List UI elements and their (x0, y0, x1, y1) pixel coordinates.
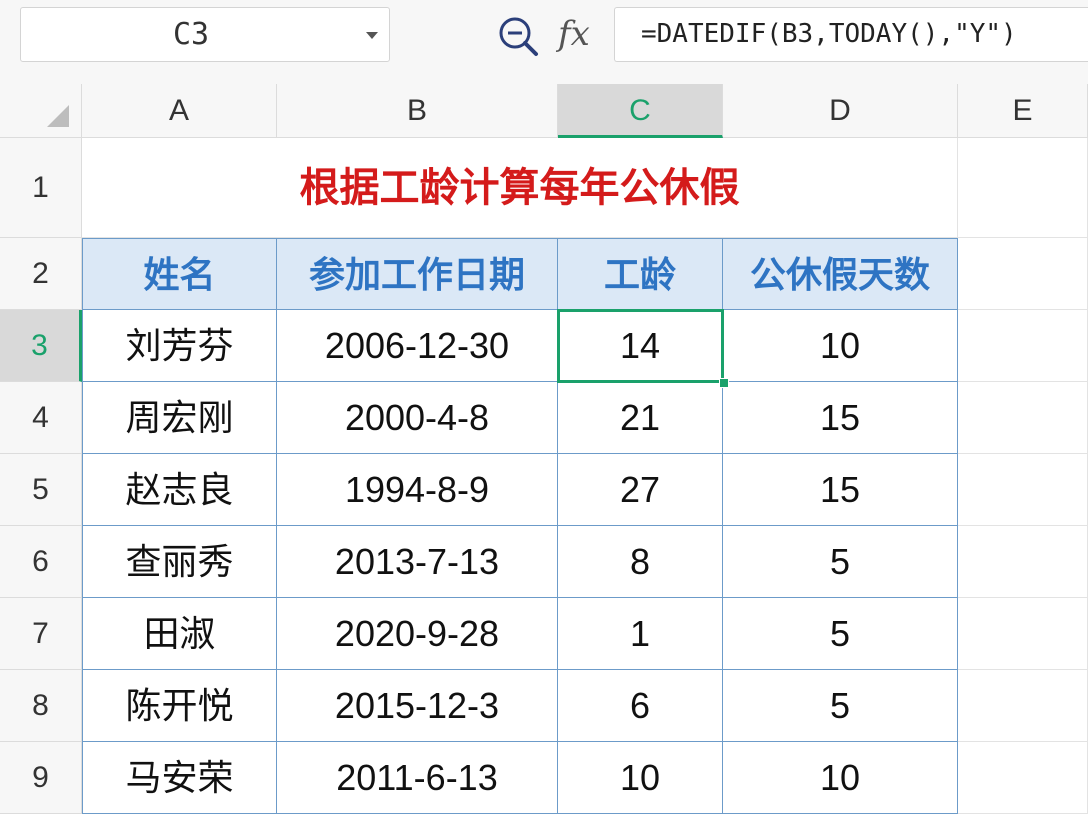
select-all-button[interactable] (0, 84, 82, 138)
column-header-e[interactable]: E (958, 84, 1088, 138)
table-cell[interactable]: 2011-6-13 (277, 742, 558, 814)
row-header-3[interactable]: 3 (0, 310, 82, 382)
table-cell[interactable]: 2015-12-3 (277, 670, 558, 742)
table-cell[interactable]: 10 (723, 742, 958, 814)
fx-label[interactable]: fx (558, 12, 602, 56)
table-cell[interactable]: 2000-4-8 (277, 382, 558, 454)
table-cell[interactable]: 15 (723, 454, 958, 526)
table-cell[interactable]: 8 (558, 526, 723, 598)
table-cell[interactable]: 5 (723, 670, 958, 742)
column-header-d[interactable]: D (723, 84, 958, 138)
cell-e1[interactable] (958, 138, 1088, 238)
name-box[interactable]: C3 (20, 7, 390, 62)
table-header-cell[interactable]: 公休假天数 (723, 238, 958, 310)
table-cell[interactable]: 陈开悦 (82, 670, 277, 742)
table-header-cell[interactable]: 参加工作日期 (277, 238, 558, 310)
table-cell[interactable]: 刘芳芬 (82, 310, 277, 382)
cell-e-empty[interactable] (958, 454, 1088, 526)
table-cell[interactable]: 15 (723, 382, 958, 454)
table-cell[interactable]: 1994-8-9 (277, 454, 558, 526)
column-header-a[interactable]: A (82, 84, 277, 138)
spreadsheet-grid: A B C D E 1 2 3 4 5 6 7 8 9 根据工龄计算每年公休假 姓名 参加工作日期 工龄 公休假天数… (0, 84, 1088, 822)
column-header-b[interactable]: B (277, 84, 558, 138)
table-cell[interactable]: 27 (558, 454, 723, 526)
row-header-6[interactable]: 6 (0, 526, 82, 598)
table-cell[interactable]: 10 (723, 310, 958, 382)
table-cell[interactable]: 2013-7-13 (277, 526, 558, 598)
table-cell[interactable]: 10 (558, 742, 723, 814)
table-cell[interactable]: 周宏刚 (82, 382, 277, 454)
table-cell[interactable]: 2020-9-28 (277, 598, 558, 670)
cell-e-empty[interactable] (958, 742, 1088, 814)
chevron-down-icon[interactable] (361, 8, 383, 61)
cell-e-empty[interactable] (958, 526, 1088, 598)
table-cell[interactable]: 1 (558, 598, 723, 670)
table-cell[interactable]: 2006-12-30 (277, 310, 558, 382)
table-cell[interactable]: 5 (723, 526, 958, 598)
cell-e-empty[interactable] (958, 310, 1088, 382)
table-cell[interactable]: 赵志良 (82, 454, 277, 526)
table-cell[interactable]: 田淑 (82, 598, 277, 670)
column-header-c[interactable]: C (558, 84, 723, 138)
cell-e-empty[interactable] (958, 382, 1088, 454)
table-cell[interactable]: 6 (558, 670, 723, 742)
table-cell[interactable]: 查丽秀 (82, 526, 277, 598)
cell-e-empty[interactable] (958, 670, 1088, 742)
cell-e2[interactable] (958, 238, 1088, 310)
row-header-4[interactable]: 4 (0, 382, 82, 454)
fill-handle[interactable] (719, 378, 729, 388)
row-header-1[interactable]: 1 (0, 138, 82, 238)
sheet-title[interactable]: 根据工龄计算每年公休假 (82, 138, 958, 238)
row-header-2[interactable]: 2 (0, 238, 82, 310)
zoom-formula-icon[interactable] (496, 14, 540, 58)
formula-input[interactable]: =DATEDIF(B3,TODAY(),"Y") (614, 7, 1088, 62)
table-header-cell[interactable]: 工龄 (558, 238, 723, 310)
table-header-cell[interactable]: 姓名 (82, 238, 277, 310)
table-cell[interactable]: 21 (558, 382, 723, 454)
table-cell[interactable]: 14 (558, 310, 723, 382)
cell-e-empty[interactable] (958, 598, 1088, 670)
name-box-value: C3 (172, 17, 210, 52)
row-header-5[interactable]: 5 (0, 454, 82, 526)
row-header-7[interactable]: 7 (0, 598, 82, 670)
row-header-9[interactable]: 9 (0, 742, 82, 814)
table-cell[interactable]: 5 (723, 598, 958, 670)
formula-bar: C3 fx =DATEDIF(B3,TODAY(),"Y") (0, 0, 1088, 84)
row-header-8[interactable]: 8 (0, 670, 82, 742)
table-cell[interactable]: 马安荣 (82, 742, 277, 814)
